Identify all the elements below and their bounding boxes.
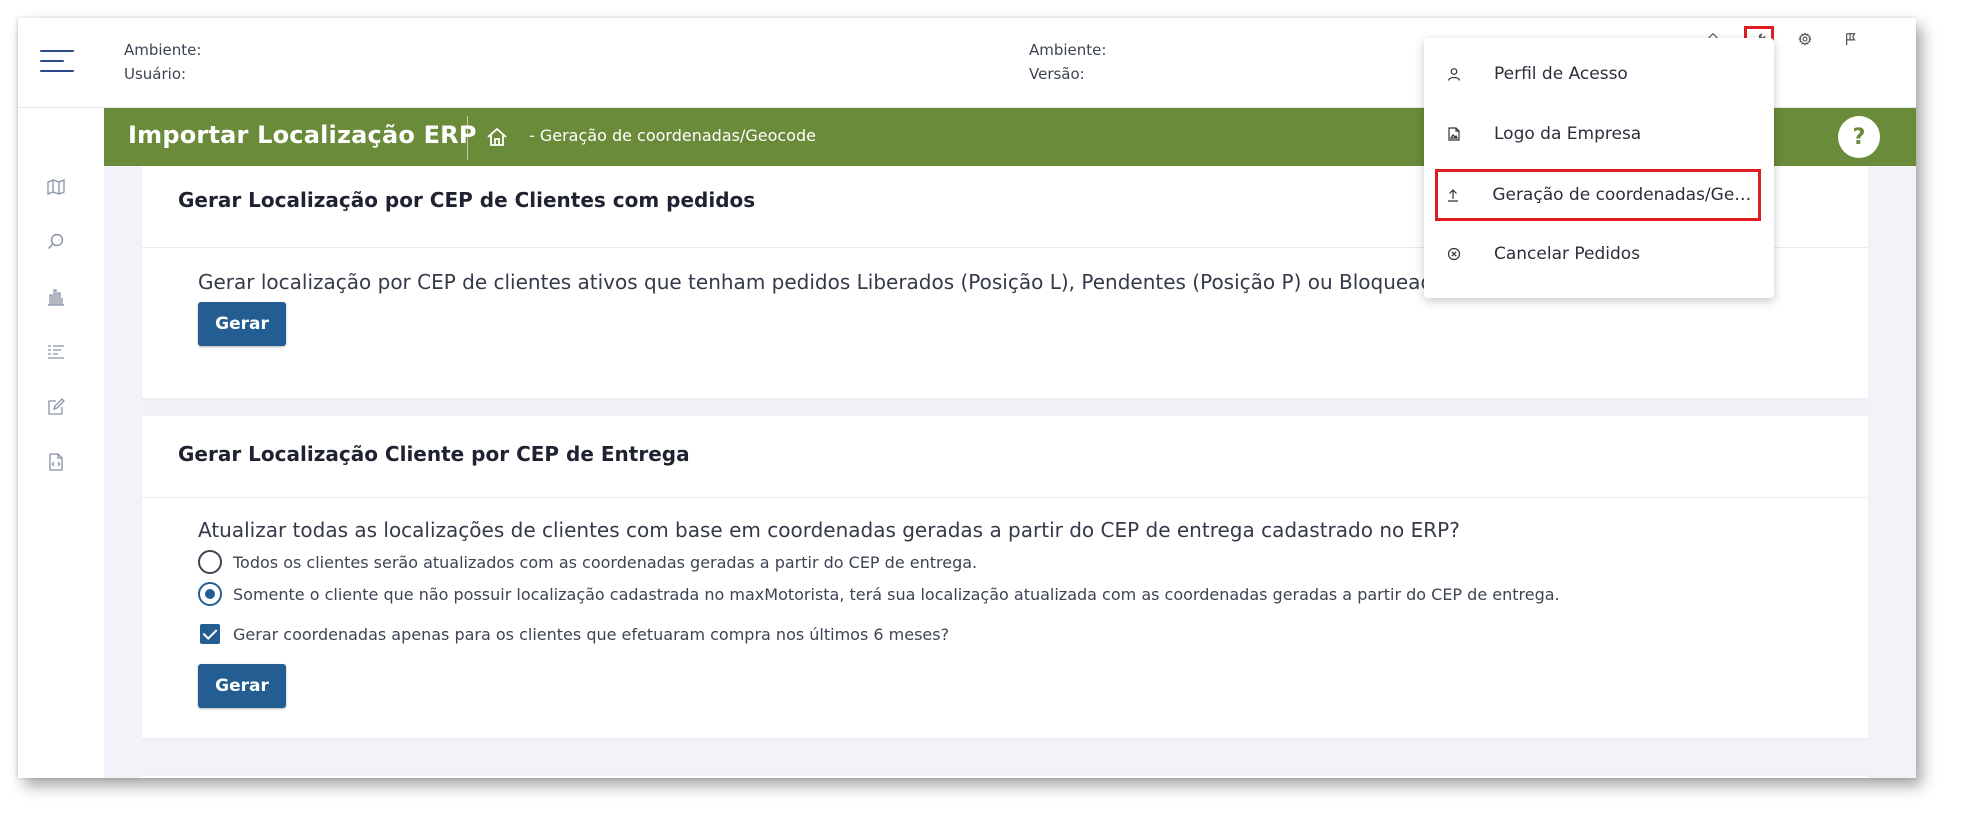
map-icon[interactable] — [44, 175, 68, 199]
checkbox-six-months[interactable] — [200, 624, 220, 644]
code-file-icon[interactable] — [44, 450, 68, 474]
card-question: Atualizar todas as localizações de clien… — [198, 518, 1460, 542]
menu-item-geracao-coordenadas[interactable]: Geração de coordenadas/Geocode — [1435, 169, 1761, 221]
menu-item-label: Geração de coordenadas/Geocode — [1492, 185, 1761, 205]
ambiente-label-right: Ambiente: — [1029, 41, 1107, 59]
gear-icon[interactable] — [1782, 26, 1828, 52]
breadcrumb-home-icon[interactable] — [486, 127, 508, 147]
app-window: Ambiente: Usuário: Ambiente: Versão: Imp… — [18, 18, 1916, 778]
list-filter-icon[interactable] — [44, 340, 68, 364]
checkbox-label: Gerar coordenadas apenas para os cliente… — [233, 624, 950, 644]
page-title: Importar Localização ERP — [128, 121, 477, 149]
menu-item-label: Logo da Empresa — [1494, 124, 1642, 144]
menu-item-logo-empresa[interactable]: Logo da Empresa — [1424, 108, 1774, 160]
card-body: Atualizar todas as localizações de clien… — [142, 498, 1868, 730]
card-cep-entrega: Gerar Localização Cliente por CEP de Ent… — [142, 416, 1868, 738]
ambiente-label: Ambiente: — [124, 41, 202, 59]
checkbox-row[interactable]: Gerar coordenadas apenas para os cliente… — [198, 618, 1812, 650]
environment-info-right: Ambiente: Versão: — [1029, 38, 1106, 86]
radio-button-missing[interactable] — [198, 582, 222, 606]
tools-dropdown-menu: Perfil de Acesso Logo da Empresa Geração… — [1424, 38, 1774, 298]
radio-option-missing[interactable]: Somente o cliente que não possuir locali… — [198, 578, 1812, 610]
radio-label-missing: Somente o cliente que não possuir locali… — [233, 584, 1560, 604]
card-title: Gerar Localização Cliente por CEP de Ent… — [142, 416, 1868, 498]
cancel-circle-icon — [1444, 244, 1464, 264]
sidebar — [18, 108, 104, 778]
card-partial — [142, 776, 1868, 778]
menu-item-perfil-acesso[interactable]: Perfil de Acesso — [1424, 48, 1774, 100]
breadcrumb[interactable]: - Geração de coordenadas/Geocode — [529, 126, 816, 145]
user-icon — [1444, 64, 1464, 84]
help-button[interactable]: ? — [1838, 116, 1880, 158]
usuario-label: Usuário: — [124, 65, 187, 83]
menu-toggle-icon[interactable] — [40, 50, 74, 72]
gerar-button[interactable]: Gerar — [198, 302, 286, 346]
radio-button-all[interactable] — [198, 550, 222, 574]
menu-item-label: Cancelar Pedidos — [1494, 244, 1641, 264]
radio-option-all[interactable]: Todos os clientes serão atualizados com … — [198, 546, 1812, 578]
title-divider — [467, 116, 468, 160]
menu-item-label: Perfil de Acesso — [1494, 64, 1628, 84]
menu-item-cancelar-pedidos[interactable]: Cancelar Pedidos — [1424, 228, 1774, 280]
edit-icon[interactable] — [44, 395, 68, 419]
flag-icon[interactable] — [1828, 26, 1874, 52]
radio-label-all: Todos os clientes serão atualizados com … — [233, 552, 978, 572]
versao-label: Versão: — [1029, 65, 1085, 83]
gerar-button-entrega[interactable]: Gerar — [198, 664, 286, 708]
environment-info-left: Ambiente: Usuário: — [124, 38, 201, 86]
upload-icon — [1444, 185, 1462, 205]
bar-chart-icon[interactable] — [44, 285, 68, 309]
image-file-icon — [1444, 124, 1464, 144]
search-icon[interactable] — [44, 230, 68, 254]
